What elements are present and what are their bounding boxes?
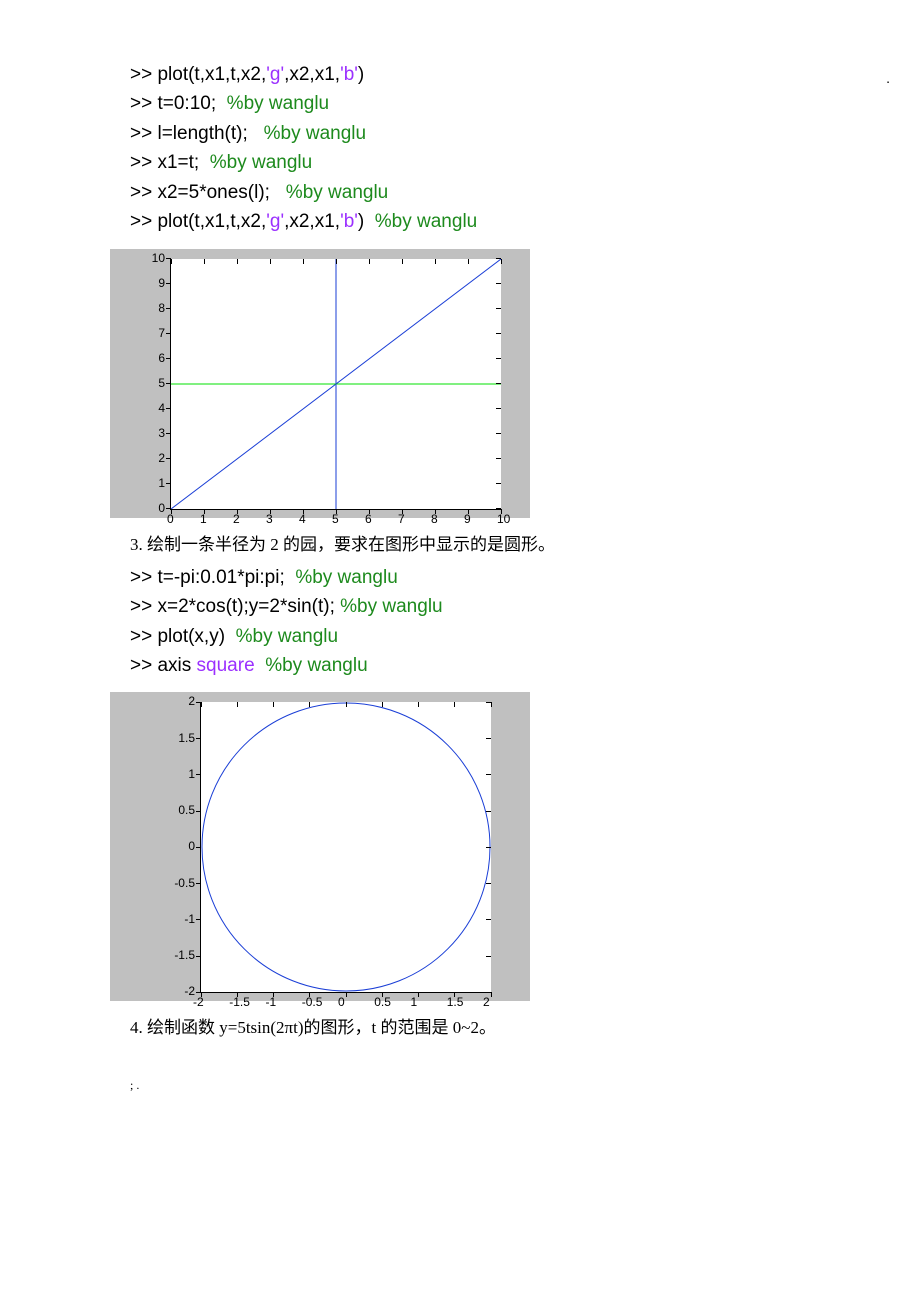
y-tick-label: -1 xyxy=(184,912,195,926)
plot-svg xyxy=(171,259,501,509)
x-tick-label: 10 xyxy=(497,512,510,526)
code-line: >> plot(t,x1,t,x2,'g',x2,x1,'b') %by wan… xyxy=(130,207,880,236)
y-tick-label: 4 xyxy=(158,401,165,415)
x-tick-label: 4 xyxy=(299,512,306,526)
y-tick-label: 1.5 xyxy=(178,731,195,745)
code-line: >> x2=5*ones(l); %by wanglu xyxy=(130,178,880,207)
code-line: >> plot(x,y) %by wanglu xyxy=(130,622,880,651)
code-block-1: >> plot(t,x1,t,x2,'g',x2,x1,'b') >> t=0:… xyxy=(130,60,880,237)
code-line: >> x1=t; %by wanglu xyxy=(130,148,880,177)
y-tick-label: -2 xyxy=(184,984,195,998)
x-tick-label: 6 xyxy=(365,512,372,526)
x-tick-label: 1 xyxy=(411,995,418,1009)
y-tick-label: -0.5 xyxy=(174,876,195,890)
question-4: 4. 绘制函数 y=5tsin(2πt)的图形，t 的范围是 0~2。 xyxy=(130,1013,880,1038)
figure-2: -2-2-1.5-1.5-1-1-0.5-0.5000.50.5111.51.5… xyxy=(110,692,530,1001)
plot-svg xyxy=(201,702,491,992)
corner-mark: . xyxy=(886,70,890,86)
x-tick-label: -0.5 xyxy=(302,995,323,1009)
y-tick-label: 3 xyxy=(158,426,165,440)
y-tick-label: 5 xyxy=(158,376,165,390)
x-tick-label: 0 xyxy=(338,995,345,1009)
x-tick-label: 1 xyxy=(200,512,207,526)
y-tick-label: 6 xyxy=(158,351,165,365)
y-tick-label: 9 xyxy=(158,276,165,290)
y-tick-label: 2 xyxy=(188,694,195,708)
code-line: >> x=2*cos(t);y=2*sin(t); %by wanglu xyxy=(130,592,880,621)
code-block-2: >> t=-pi:0.01*pi:pi; %by wanglu >> x=2*c… xyxy=(130,563,880,681)
x-tick-label: -1.5 xyxy=(229,995,250,1009)
y-tick-label: 0 xyxy=(158,501,165,515)
code-line: >> axis square %by wanglu xyxy=(130,651,880,680)
x-tick-label: 9 xyxy=(464,512,471,526)
y-tick-label: 1 xyxy=(158,476,165,490)
x-tick-label: 2 xyxy=(233,512,240,526)
y-tick-label: 1 xyxy=(188,767,195,781)
code-line: >> t=0:10; %by wanglu xyxy=(130,89,880,118)
y-tick-label: 10 xyxy=(152,251,165,265)
page: . >> plot(t,x1,t,x2,'g',x2,x1,'b') >> t=… xyxy=(0,0,920,1133)
plot-area-1: 001122334455667788991010 xyxy=(170,259,501,510)
code-line: >> plot(t,x1,t,x2,'g',x2,x1,'b') xyxy=(130,60,880,89)
y-tick-label: 0 xyxy=(188,839,195,853)
x-tick-label: 0 xyxy=(167,512,174,526)
code-line: >> l=length(t); %by wanglu xyxy=(130,119,880,148)
x-tick-label: 7 xyxy=(398,512,405,526)
x-tick-label: -1 xyxy=(266,995,277,1009)
y-tick-label: 7 xyxy=(158,326,165,340)
x-tick-label: 3 xyxy=(266,512,273,526)
x-tick-label: 8 xyxy=(431,512,438,526)
y-tick-label: 0.5 xyxy=(178,803,195,817)
x-tick-label: 5 xyxy=(332,512,339,526)
figure-1: 001122334455667788991010 xyxy=(110,249,530,518)
x-tick-label: 1.5 xyxy=(447,995,464,1009)
footer-mark: ; . xyxy=(130,1078,880,1093)
x-tick-label: 0.5 xyxy=(374,995,391,1009)
code-line: >> t=-pi:0.01*pi:pi; %by wanglu xyxy=(130,563,880,592)
x-tick-label: 2 xyxy=(483,995,490,1009)
y-tick-label: 2 xyxy=(158,451,165,465)
question-3: 3. 绘制一条半径为 2 的园，要求在图形中显示的是圆形。 xyxy=(130,530,880,555)
plot-area-2: -2-2-1.5-1.5-1-1-0.5-0.5000.50.5111.51.5… xyxy=(200,702,491,993)
y-tick-label: 8 xyxy=(158,301,165,315)
y-tick-label: -1.5 xyxy=(174,948,195,962)
